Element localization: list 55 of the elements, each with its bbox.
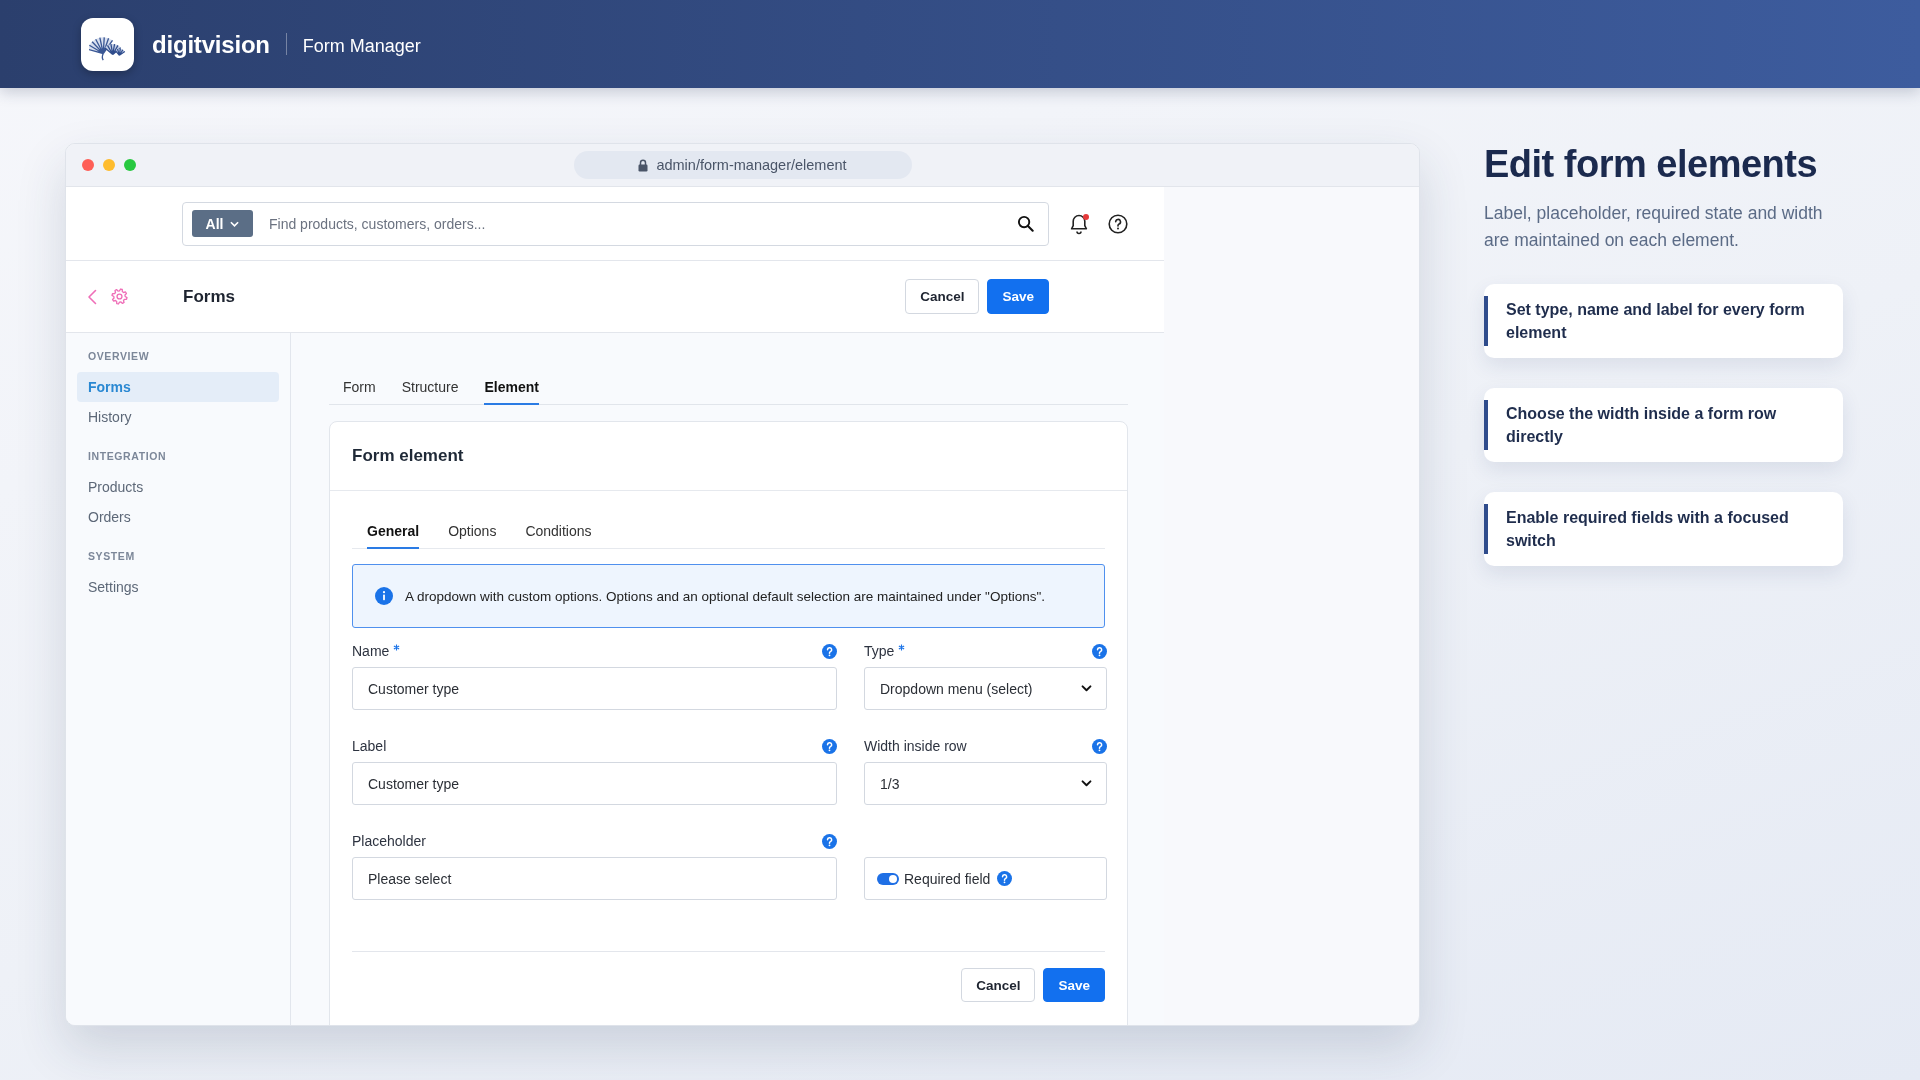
section-heading: INTEGRATION (87, 449, 168, 463)
tab[interactable]: Structure (401, 369, 459, 405)
info-text: A dropdown with custom options. Options and an optional default selection are maintained under "Options". (405, 588, 1045, 604)
sidebar-item[interactable]: History (77, 402, 279, 432)
lock-icon (638, 158, 649, 172)
section-heading: OVERVIEW (87, 349, 151, 363)
dropdown-field[interactable]: Dropdown menu (select) (864, 667, 1107, 710)
cancel-button[interactable]: Cancel (905, 279, 980, 314)
search-icon[interactable] (1017, 215, 1034, 232)
chevron-down-icon (1081, 780, 1092, 787)
chevron-down-icon (1081, 685, 1092, 692)
app-name: Form Manager (302, 35, 421, 57)
sidebar-item[interactable]: Orders (77, 502, 279, 532)
page-title: Forms (183, 286, 235, 307)
back-chevron-icon[interactable] (87, 288, 97, 305)
tab[interactable]: General (367, 513, 420, 549)
tab[interactable]: Form (343, 369, 376, 405)
toggle-switch[interactable] (877, 872, 899, 885)
switch-label: Required field (904, 870, 991, 887)
text-field[interactable]: Please select (352, 857, 837, 900)
cancel-button[interactable]: Cancel (961, 968, 1036, 1002)
card-title: Form element (352, 446, 464, 466)
dropdown-field[interactable]: 1/3 (864, 762, 1107, 805)
intro-heading: Edit form elements (1484, 143, 1819, 185)
fan-logo-icon (81, 17, 134, 71)
address-bar[interactable]: admin/form-manager/element (573, 151, 912, 179)
feature-text: Choose the width inside a form row directly (1506, 404, 1778, 447)
intro-text: Label, placeholder, required state and width are maintained on each element. (1484, 202, 1824, 252)
section-heading: SYSTEM (87, 549, 136, 563)
tab[interactable]: Conditions (525, 513, 592, 549)
text-field[interactable]: Customer type (352, 762, 837, 805)
sidebar-item[interactable]: Products (77, 472, 279, 502)
scope-dropdown[interactable]: All (192, 210, 253, 237)
field-label: Width inside row (864, 737, 967, 755)
feature-text: Enable required fields with a focused switch (1506, 508, 1790, 551)
field-label: Label (352, 737, 387, 755)
brand-name: digitvision (152, 31, 270, 59)
field-label: Type (864, 642, 895, 660)
url-text: admin/form-manager/element (656, 157, 847, 173)
help-icon[interactable] (1108, 213, 1128, 234)
settings-icon[interactable] (111, 288, 128, 305)
text-field[interactable]: Customer type (352, 667, 837, 710)
field-label: Name (352, 642, 390, 660)
tab[interactable]: Element (484, 369, 539, 405)
tab[interactable]: Options (448, 513, 497, 549)
save-button[interactable]: Save (987, 279, 1049, 314)
search-field[interactable]: All Find products, customers, orders... (182, 201, 1049, 246)
sidebar-item[interactable]: Settings (77, 572, 279, 602)
bell-icon[interactable] (1069, 212, 1089, 235)
feature-text: Set type, name and label for every form element (1506, 300, 1806, 343)
save-button[interactable]: Save (1043, 968, 1105, 1002)
window-close-icon[interactable] (82, 159, 94, 171)
caret-icon (230, 220, 240, 227)
info-icon (375, 587, 393, 605)
field-label: Placeholder (352, 832, 426, 850)
